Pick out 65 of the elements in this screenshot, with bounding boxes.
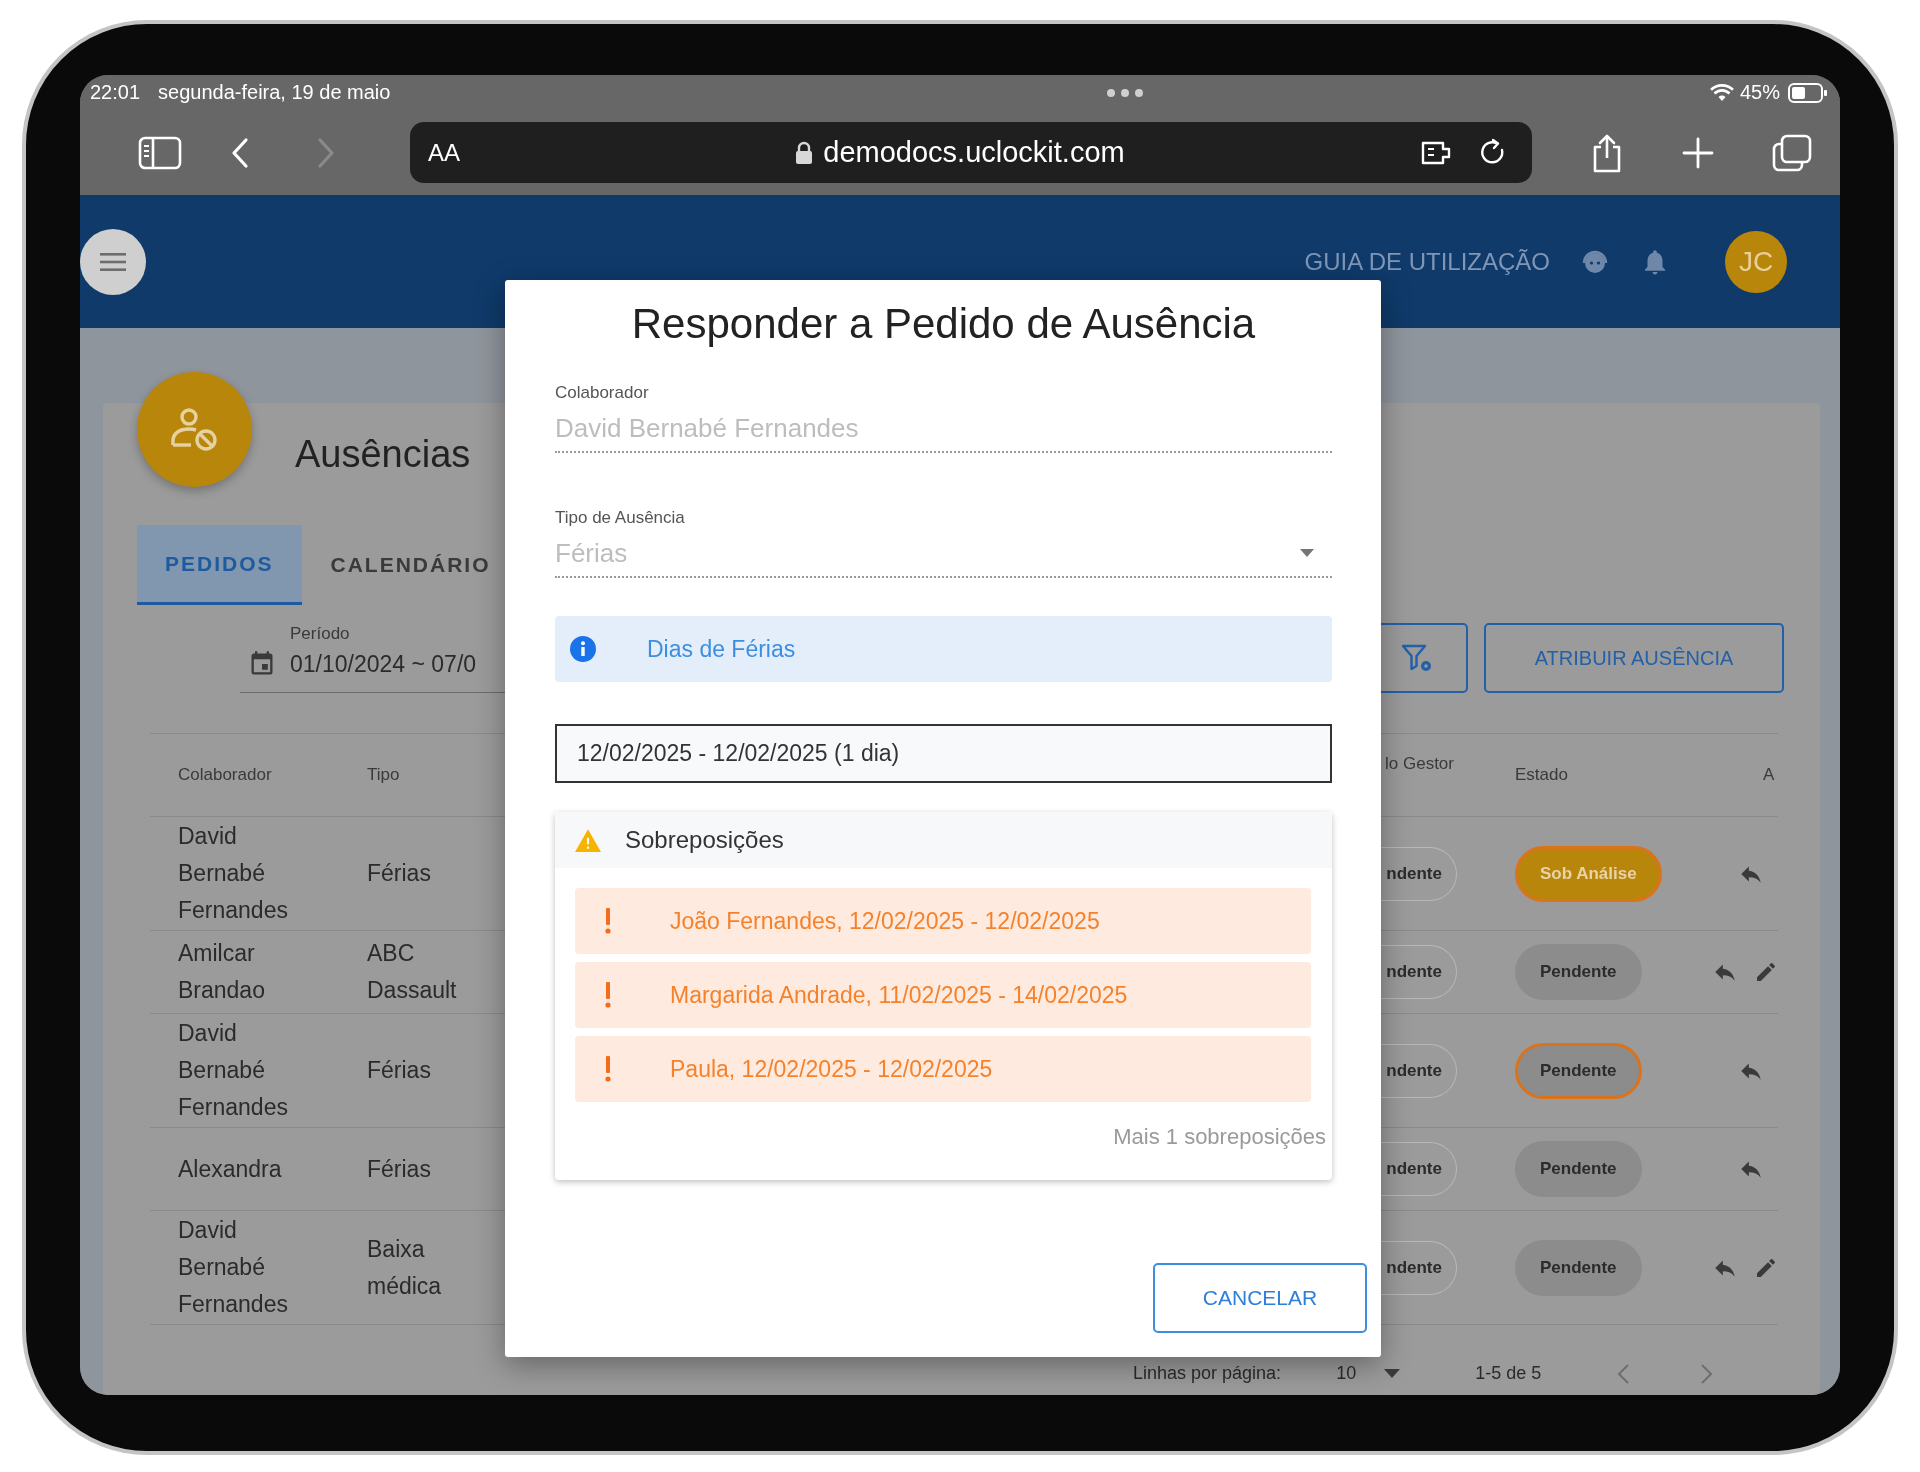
- column-header[interactable]: Colaborador: [178, 765, 272, 785]
- column-header[interactable]: lo Gestor: [1381, 754, 1454, 774]
- page-range: 1-5 de 5: [1475, 1363, 1542, 1384]
- status-chip: Sob Análise: [1515, 845, 1662, 902]
- status-chip: Pendente: [1515, 1141, 1642, 1197]
- date-range-field[interactable]: 12/02/2025 - 12/02/2025 (1 dia): [555, 724, 1332, 783]
- info-icon: [569, 635, 597, 663]
- table-cell-text: Alexandra: [178, 1154, 282, 1184]
- table-cell-text: Férias: [367, 1056, 431, 1085]
- sidebar-icon[interactable]: [138, 135, 182, 170]
- column-header[interactable]: Estado: [1515, 765, 1568, 785]
- table-cell-text: Férias: [367, 1154, 431, 1184]
- table-cell-text: Férias: [367, 859, 431, 888]
- table-cell-text: Amilcar Brandao: [178, 939, 266, 1005]
- tab[interactable]: PEDIDOS: [137, 525, 302, 605]
- text-size-button[interactable]: AA: [428, 138, 460, 167]
- page-title: Ausências: [295, 432, 471, 476]
- more-overlaps-text: Mais 1 sobreposições: [1112, 1123, 1327, 1151]
- table-cell-text: David Bernabé Fernandes: [178, 1019, 289, 1122]
- battery-icon: [1788, 82, 1828, 103]
- tabs-icon[interactable]: [1772, 133, 1812, 172]
- table-cell-text: David Bernabé Fernandes: [178, 822, 289, 925]
- menu-icon: [100, 251, 126, 272]
- overlap-alert: João Fernandes, 12/02/2025 - 12/02/2025: [575, 888, 1311, 954]
- info-text: Dias de Férias: [647, 635, 796, 663]
- period-value: 01/10/2024 ~ 07/0: [290, 650, 477, 678]
- overlaps-title: Sobreposições: [625, 826, 784, 854]
- caret-icon: [1300, 549, 1314, 557]
- multitasking-dots-icon[interactable]: [1106, 87, 1145, 98]
- exclamation-icon: [605, 1056, 611, 1082]
- back-icon[interactable]: [230, 136, 250, 169]
- table-cell-text: ABC Dassault: [367, 939, 458, 1005]
- status-chip: Pendente: [1515, 944, 1642, 1000]
- lock-icon: [795, 140, 814, 165]
- address-bar[interactable]: AA demodocs.uclockit.com: [410, 122, 1532, 183]
- edit-icon[interactable]: [1754, 960, 1778, 984]
- warning-icon: [575, 828, 601, 852]
- status-chip: Pendente: [1515, 1239, 1642, 1296]
- plus-icon[interactable]: [1682, 136, 1714, 169]
- exclamation-icon: [605, 908, 611, 934]
- overlap-alert: Margarida Andrade, 11/02/2025 - 14/02/2025: [575, 962, 1311, 1028]
- rows-per-page-label: Linhas por página:: [1133, 1363, 1282, 1384]
- table-cell-text: Baixa médica: [367, 1234, 443, 1301]
- column-header[interactable]: A: [1703, 765, 1775, 785]
- wifi-icon: [1709, 83, 1734, 102]
- exclamation-icon: [605, 982, 611, 1008]
- overlap-alert: Paula, 12/02/2025 - 12/02/2025: [575, 1036, 1311, 1102]
- assign-absence-button[interactable]: ATRIBUIR AUSÊNCIA: [1484, 623, 1784, 693]
- cancel-button[interactable]: CANCELAR: [1153, 1263, 1367, 1333]
- battery-percent: 45%: [1739, 81, 1780, 104]
- url-text[interactable]: demodocs.uclockit.com: [823, 136, 1125, 169]
- field-label: Tipo de Ausência: [555, 508, 686, 528]
- status-chip: Pendente: [1515, 1042, 1642, 1099]
- caret-icon[interactable]: [1384, 1369, 1401, 1378]
- dialog-title: Responder a Pedido de Ausência: [630, 299, 1257, 349]
- user-avatar[interactable]: JC: [1725, 230, 1787, 293]
- rows-per-page-select[interactable]: 10: [1336, 1363, 1357, 1384]
- period-label: Período: [289, 623, 351, 645]
- column-header[interactable]: Tipo: [367, 765, 400, 785]
- field-label: Colaborador: [555, 383, 650, 403]
- clock-time: 22:01: [90, 81, 141, 104]
- date-text: segunda-feira, 19 de maio: [158, 81, 391, 104]
- table-cell-text: David Bernabé Fernandes: [178, 1216, 289, 1319]
- guide-link[interactable]: GUIA DE UTILIZAÇÃO: [1304, 247, 1550, 276]
- filter-gear-icon: [1401, 643, 1433, 673]
